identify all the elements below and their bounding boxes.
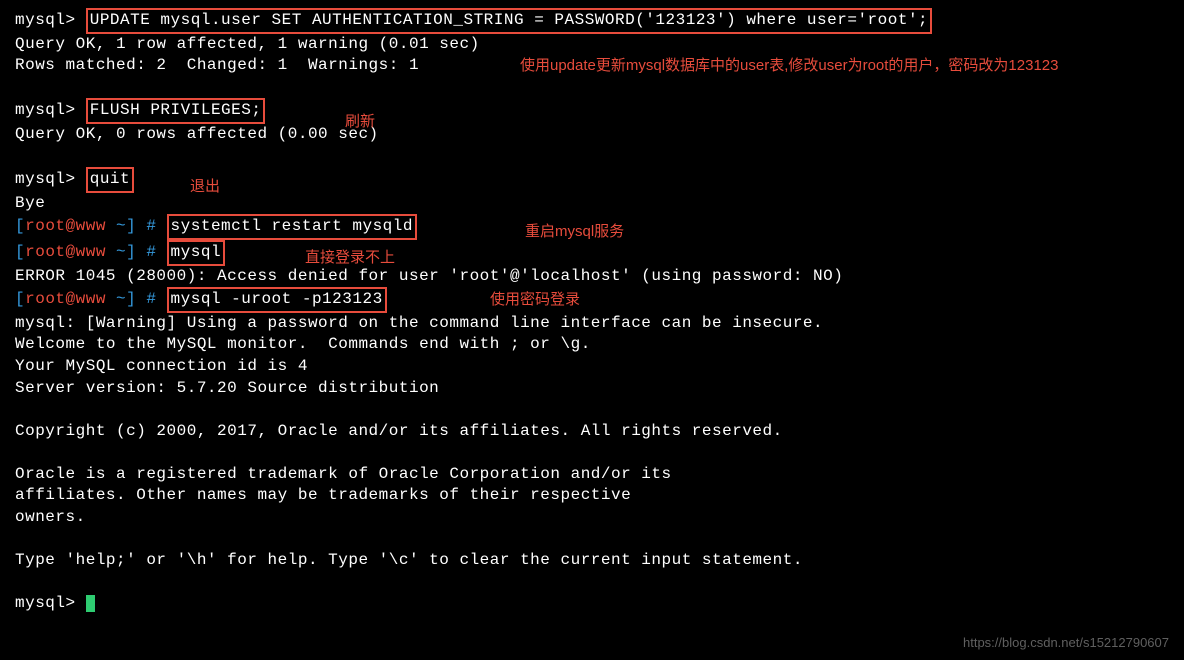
terminal-blank — [15, 572, 1169, 594]
terminal-blank — [15, 146, 1169, 168]
terminal-output: Server version: 5.7.20 Source distributi… — [15, 378, 1169, 400]
mysql-prompt: mysql> — [15, 170, 86, 188]
quit-command-box: quit — [86, 167, 134, 193]
terminal-error: ERROR 1045 (28000): Access denied for us… — [15, 266, 1169, 288]
terminal-blank — [15, 399, 1169, 421]
annotation-flush: 刷新 — [345, 112, 375, 132]
terminal-output: Welcome to the MySQL monitor. Commands e… — [15, 334, 1169, 356]
terminal-output: Query OK, 1 row affected, 1 warning (0.0… — [15, 34, 1169, 56]
terminal-blank — [15, 529, 1169, 551]
mysql-prompt: mysql> — [15, 11, 86, 29]
terminal-output: Oracle is a registered trademark of Orac… — [15, 464, 1169, 486]
systemctl-command-box: systemctl restart mysqld — [167, 214, 417, 240]
cursor-icon — [86, 595, 95, 612]
terminal-output: mysql: [Warning] Using a password on the… — [15, 313, 1169, 335]
terminal-output: Copyright (c) 2000, 2017, Oracle and/or … — [15, 421, 1169, 443]
annotation-loginpw: 使用密码登录 — [490, 290, 580, 310]
mysql-command-box: mysql — [167, 240, 226, 266]
shell-prompt-line: [root@www ~] # mysql — [15, 240, 1169, 266]
flush-command-box: FLUSH PRIVILEGES; — [86, 98, 266, 124]
terminal-line: mysql> UPDATE mysql.user SET AUTHENTICAT… — [15, 8, 1169, 34]
terminal-blank — [15, 77, 1169, 99]
mysql-prompt: mysql> — [15, 101, 86, 119]
mysql-login-command-box: mysql -uroot -p123123 — [167, 287, 387, 313]
annotation-quit: 退出 — [190, 177, 220, 197]
terminal-output: Your MySQL connection id is 4 — [15, 356, 1169, 378]
terminal-output: owners. — [15, 507, 1169, 529]
terminal-output: affiliates. Other names may be trademark… — [15, 485, 1169, 507]
terminal-output: Bye — [15, 193, 1169, 215]
watermark-text: https://blog.csdn.net/s15212790607 — [963, 634, 1169, 652]
shell-prompt-line: [root@www ~] # mysql -uroot -p123123 — [15, 287, 1169, 313]
mysql-prompt: mysql> — [15, 594, 86, 612]
annotation-restart: 重启mysql服务 — [525, 222, 624, 242]
terminal-blank — [15, 442, 1169, 464]
terminal-line: mysql> FLUSH PRIVILEGES; — [15, 98, 1169, 124]
terminal-output: Type 'help;' or '\h' for help. Type '\c'… — [15, 550, 1169, 572]
update-command-box: UPDATE mysql.user SET AUTHENTICATION_STR… — [86, 8, 932, 34]
annotation-update: 使用update更新mysql数据库中的user表,修改user为root的用户… — [520, 55, 1120, 76]
terminal-line: mysql> quit — [15, 167, 1169, 193]
annotation-loginfail: 直接登录不上 — [305, 248, 395, 268]
terminal-output: Query OK, 0 rows affected (0.00 sec) — [15, 124, 1169, 146]
terminal-prompt-active[interactable]: mysql> — [15, 593, 1169, 615]
